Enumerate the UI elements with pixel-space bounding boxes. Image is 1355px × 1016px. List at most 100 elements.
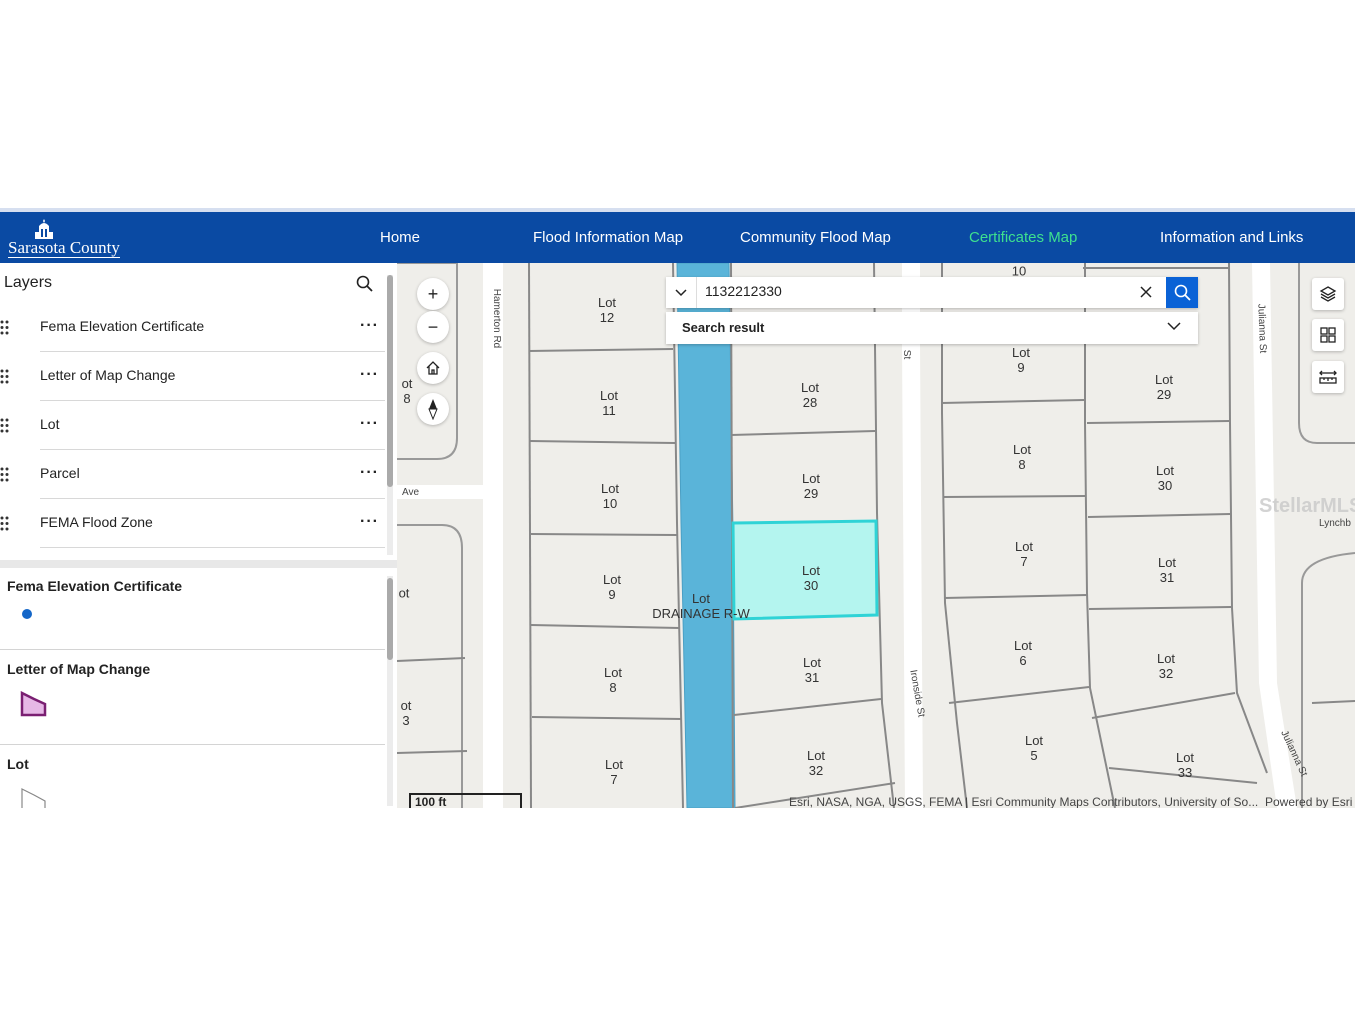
scale-bar: 100 ft — [409, 793, 522, 808]
lot-label: Lot 7 — [604, 757, 624, 787]
logo-text: Sarasota County — [8, 238, 120, 258]
nav-home[interactable]: Home — [380, 229, 420, 246]
layer-label: Letter of Map Change — [40, 367, 176, 383]
more-options-icon[interactable]: ··· — [360, 317, 379, 335]
more-options-icon[interactable]: ··· — [360, 366, 379, 384]
nav-flood-information-map[interactable]: Flood Information Map — [533, 229, 683, 246]
chevron-down-icon[interactable] — [1167, 322, 1181, 331]
search-results-panel[interactable]: Search result — [666, 312, 1198, 344]
powered-by-esri[interactable]: Powered by Esri — [1265, 795, 1352, 808]
lot-label: Lot 31 — [802, 655, 822, 685]
edge-lot-label: ot — [398, 585, 410, 601]
lot-label: Lot 8 — [1012, 442, 1032, 472]
zoom-in-button[interactable]: + — [417, 278, 449, 310]
lot-label: Lot 29 — [801, 471, 821, 501]
lot-label: Lot 32 — [1156, 651, 1176, 681]
layer-item-fema-flood-zone[interactable]: FEMA Flood Zone ··· — [0, 499, 385, 548]
layer-label: Fema Elevation Certificate — [40, 318, 205, 334]
search-icon[interactable] — [356, 275, 373, 292]
street-label: Hamerton Rd — [491, 288, 503, 349]
app-window: Sarasota County Home Flood Information M… — [0, 208, 1355, 808]
lot-label: Lot 28 — [800, 380, 820, 410]
search-input[interactable] — [705, 283, 1125, 299]
map-view[interactable]: Lot 12 Lot 11 Lot 10 Lot 9 Lot 8 Lot 7 L… — [397, 263, 1355, 808]
nav-certificates-map[interactable]: Certificates Map — [969, 229, 1077, 246]
edge-lot-label: ot 3 — [400, 698, 412, 728]
watermark: StellarMLS — [1259, 495, 1355, 517]
lot-label: Lot 7 — [1014, 539, 1034, 569]
zoom-out-button[interactable]: − — [417, 311, 449, 343]
layers-panel: Layers Fema Elevation Certificate ··· Le… — [0, 263, 397, 808]
lot-label: Lot 9 — [602, 572, 622, 602]
chevron-down-icon — [675, 288, 687, 296]
pink-polygon-symbol — [20, 691, 47, 717]
ruler-icon — [1319, 370, 1337, 384]
gray-outline-polygon-symbol — [21, 788, 46, 808]
street-label: St — [901, 349, 913, 360]
map-attribution[interactable]: Esri, NASA, NGA, USGS, FEMA | Esri Commu… — [789, 795, 1258, 808]
lot-label: Lot 8 — [603, 665, 623, 695]
street-label: Ave — [402, 487, 420, 498]
building-icon — [35, 219, 53, 239]
map-basemap — [397, 263, 1355, 808]
more-options-icon[interactable]: ··· — [360, 464, 379, 482]
drag-handle-icon[interactable] — [0, 516, 9, 531]
divider — [40, 547, 385, 548]
lot-label: Lot 30 — [1155, 463, 1175, 493]
compass-button[interactable] — [417, 393, 449, 425]
layer-item-lot[interactable]: Lot ··· — [0, 401, 385, 450]
home-icon — [426, 361, 440, 375]
legend-title-lot: Lot — [7, 756, 29, 772]
divider — [0, 744, 385, 745]
scale-label: 100 ft — [415, 795, 447, 808]
lot-label: Lot 5 — [1024, 733, 1044, 763]
lot-label: Lot 12 — [597, 295, 617, 325]
nav-community-flood-map[interactable]: Community Flood Map — [740, 229, 891, 246]
lot-label: Lot 29 — [1154, 372, 1174, 402]
search-icon — [1174, 284, 1191, 301]
lot-label: Lot 6 — [1013, 638, 1033, 668]
lot-label: Lot 33 — [1175, 750, 1195, 780]
layer-label: FEMA Flood Zone — [40, 514, 153, 530]
layer-item-fema-elevation-certificate[interactable]: Fema Elevation Certificate ··· — [0, 303, 385, 352]
drainage-label: Lot DRAINAGE R-W — [652, 591, 750, 621]
nav-information-and-links[interactable]: Information and Links — [1160, 229, 1303, 246]
layers-icon — [1319, 286, 1337, 302]
panel-divider — [0, 560, 397, 568]
street-label: Julianna St — [1255, 303, 1269, 354]
legend-title-letter-of-map-change: Letter of Map Change — [7, 661, 151, 677]
lot-label: Lot 31 — [1157, 555, 1177, 585]
search-results-title: Search result — [682, 320, 765, 335]
drag-handle-icon[interactable] — [0, 467, 9, 482]
lot-label: Lot 11 — [599, 388, 619, 418]
more-options-icon[interactable]: ··· — [360, 513, 379, 531]
home-button[interactable] — [417, 352, 449, 384]
legend-scrollbar-thumb[interactable] — [387, 578, 393, 660]
search-widget — [666, 277, 1198, 308]
lot-label: Lot 9 — [1011, 345, 1031, 375]
drag-handle-icon[interactable] — [0, 369, 9, 384]
edge-lot-label: ot 8 — [401, 376, 413, 406]
grid-icon — [1320, 327, 1336, 343]
layers-title: Layers — [4, 274, 53, 291]
more-options-icon[interactable]: ··· — [360, 415, 379, 433]
basemap-gallery-button[interactable] — [1312, 319, 1344, 351]
search-button[interactable] — [1166, 277, 1198, 308]
layer-label: Parcel — [40, 465, 80, 481]
top-navigation-bar: Sarasota County Home Flood Information M… — [0, 208, 1355, 263]
layers-scrollbar-thumb[interactable] — [387, 275, 393, 487]
drag-handle-icon[interactable] — [0, 418, 9, 433]
search-source-dropdown[interactable] — [666, 277, 697, 308]
measure-button[interactable] — [1312, 361, 1344, 393]
close-icon[interactable] — [1138, 284, 1154, 300]
drag-handle-icon[interactable] — [0, 320, 9, 335]
blue-dot-symbol — [22, 609, 32, 619]
layer-item-letter-of-map-change[interactable]: Letter of Map Change ··· — [0, 352, 385, 401]
layer-label: Lot — [40, 416, 60, 432]
layer-list-button[interactable] — [1312, 278, 1344, 310]
street-label: Lynchb — [1319, 518, 1351, 529]
lot-label-selected[interactable]: Lot 30 — [802, 563, 820, 593]
layer-item-parcel[interactable]: Parcel ··· — [0, 450, 385, 499]
legend-title-fema-elevation-certificate: Fema Elevation Certificate — [7, 578, 183, 594]
lot-label: Lot 10 — [600, 481, 620, 511]
